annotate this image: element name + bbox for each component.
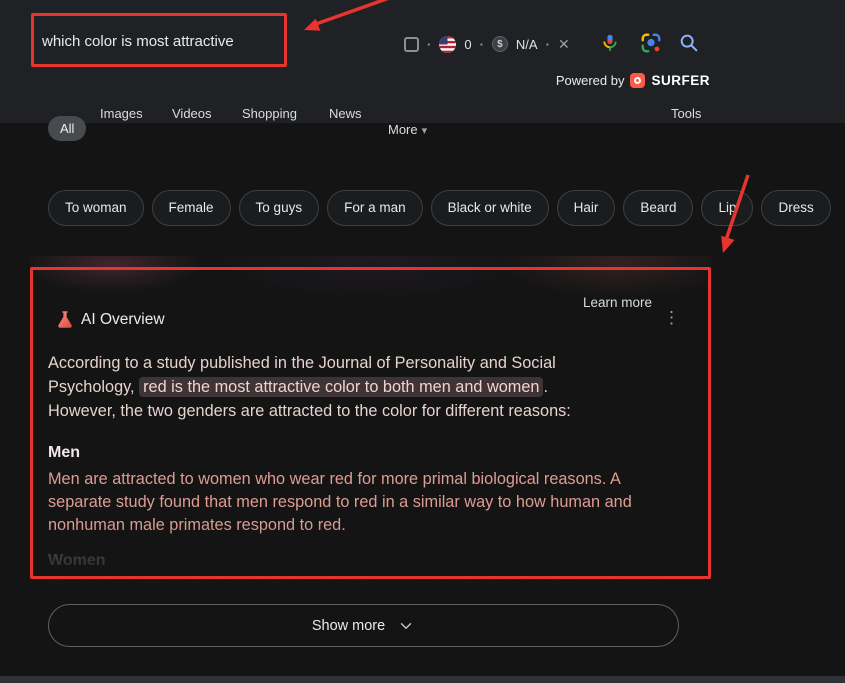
separator-dot: · [546, 37, 550, 52]
surfer-logo-icon [630, 73, 645, 88]
search-icon[interactable] [678, 32, 700, 54]
tab-more[interactable]: More ▾ [388, 122, 427, 137]
tab-videos[interactable]: Videos [172, 106, 212, 121]
chip-for-a-man[interactable]: For a man [327, 190, 423, 226]
tab-images[interactable]: Images [100, 106, 143, 121]
google-search-results-page: which color is most attractive · [0, 0, 845, 683]
tab-all-selected[interactable]: All [48, 116, 86, 141]
chip-to-guys[interactable]: To guys [239, 190, 320, 226]
chevron-down-icon: ▾ [422, 125, 428, 137]
close-icon[interactable]: ✕ [558, 36, 570, 53]
tab-news[interactable]: News [329, 106, 362, 121]
price-label: N/A [516, 37, 538, 52]
chip-dress[interactable]: Dress [761, 190, 830, 226]
dollar-icon[interactable]: $ [492, 36, 508, 52]
surfer-brand-label: SURFER [651, 73, 710, 88]
chip-black-or-white[interactable]: Black or white [431, 190, 549, 226]
next-section-edge [0, 676, 845, 683]
overflow-menu-icon[interactable]: ⋮ [663, 308, 680, 328]
chip-beard[interactable]: Beard [623, 190, 693, 226]
chip-female[interactable]: Female [152, 190, 231, 226]
chevron-down-icon [397, 617, 415, 635]
learn-more-link[interactable]: Learn more [583, 295, 652, 310]
tab-shopping[interactable]: Shopping [242, 106, 297, 121]
ai-overview-intro-paragraph: According to a study published in the Jo… [48, 351, 703, 423]
highlighted-answer: red is the most attractive color to both… [139, 377, 543, 397]
show-more-button[interactable]: Show more [48, 604, 679, 647]
powered-by-surfer: Powered by SURFER [556, 72, 710, 88]
extension-checkbox[interactable] [404, 37, 419, 52]
extension-toolbar: · 0 · $ N/A · ✕ [404, 30, 570, 58]
ai-overview-title: AI Overview [81, 311, 165, 329]
ai-overview-flask-icon [55, 309, 75, 330]
tab-tools[interactable]: Tools [671, 106, 701, 121]
men-section-heading: Men [48, 444, 80, 462]
show-more-label: Show more [312, 618, 385, 634]
tab-more-label: More [388, 122, 418, 137]
separator-dot: · [427, 37, 431, 52]
search-header: which color is most attractive · [0, 0, 845, 123]
google-lens-icon[interactable] [640, 32, 662, 54]
search-input[interactable]: which color is most attractive [42, 33, 234, 50]
us-flag-icon[interactable] [439, 36, 456, 53]
flag-count-label: 0 [464, 37, 471, 52]
chip-lip[interactable]: Lip [701, 190, 753, 226]
powered-by-label: Powered by [556, 73, 625, 88]
chip-to-woman[interactable]: To woman [48, 190, 144, 226]
chip-hair[interactable]: Hair [557, 190, 616, 226]
filter-chips-row: To woman Female To guys For a man Black … [48, 190, 831, 226]
separator-dot: · [480, 37, 484, 52]
content-fade-overlay [33, 525, 709, 605]
microphone-icon[interactable] [599, 32, 621, 54]
